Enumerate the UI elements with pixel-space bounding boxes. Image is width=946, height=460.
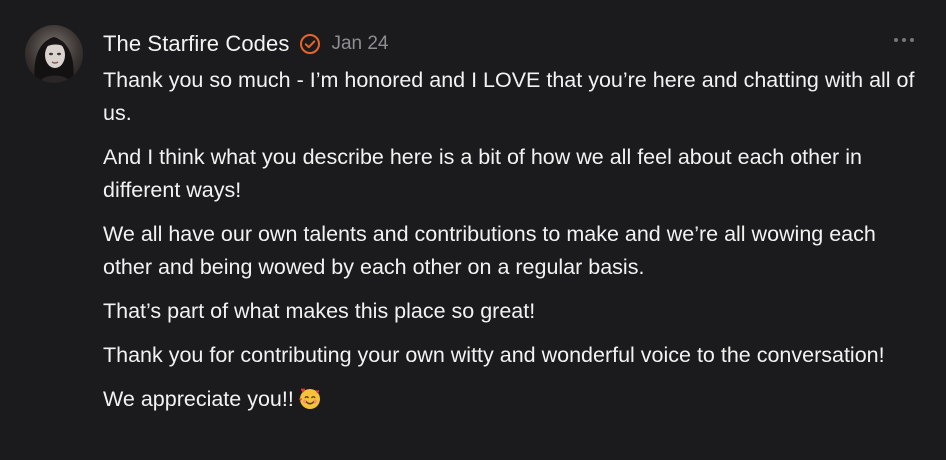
avatar[interactable] [25,25,83,83]
comment-date[interactable]: Jan 24 [331,33,388,55]
comment: The Starfire Codes Jan 24 Thank you so m… [0,0,946,460]
dot [910,38,914,42]
comment-header: The Starfire Codes Jan 24 [103,28,388,60]
dot [894,38,898,42]
comment-body: Thank you so much - I’m honored and I LO… [103,64,923,427]
comment-paragraph: Thank you for contributing your own witt… [103,343,885,367]
dot [902,38,906,42]
check-circle-icon [299,33,321,55]
author-name[interactable]: The Starfire Codes [103,31,289,57]
comment-paragraph: We all have our own talents and contribu… [103,222,876,279]
avatar-image [34,37,74,83]
comment-paragraph: That’s part of what makes this place so … [103,299,536,323]
comment-paragraph-last: We appreciate you!! [103,383,923,416]
smiling-face-with-hearts-emoji [298,386,322,410]
comment-paragraph: And I think what you describe here is a … [103,145,862,202]
comment-paragraph: Thank you so much - I’m honored and I LO… [103,68,915,125]
comment-paragraph-text: We appreciate you!! [103,387,294,411]
more-horizontal-icon[interactable] [890,34,918,46]
